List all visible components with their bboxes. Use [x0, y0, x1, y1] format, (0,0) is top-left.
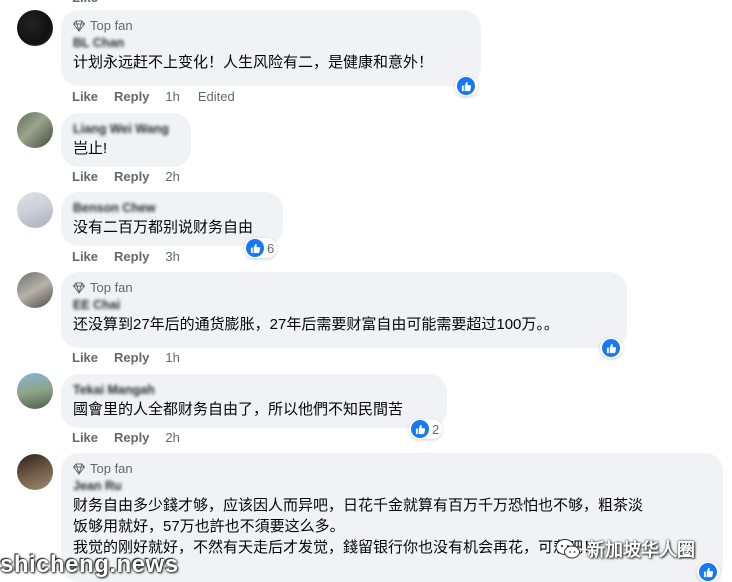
diamond-icon: [73, 282, 85, 294]
comment-bubble: Top fan EE Chai 还没算到27年后的通货膨胀，27年后需要财富自由…: [61, 272, 627, 348]
comment-text: 國會里的人全都财务自由了，所以他們不知民間苦: [73, 401, 404, 418]
comment-time[interactable]: 3h: [165, 248, 179, 266]
avatar[interactable]: [17, 454, 53, 490]
comment-actions: Like Reply 3h: [72, 248, 198, 266]
avatar[interactable]: [17, 112, 53, 148]
previous-comment-actions: Like: [72, 0, 98, 5]
like-link[interactable]: Like: [72, 0, 98, 5]
comment-text: 岂止!: [73, 140, 108, 157]
reply-button[interactable]: Reply: [114, 248, 149, 266]
comment-author[interactable]: BL Chan: [73, 35, 469, 52]
top-fan-label: Top fan: [90, 18, 133, 33]
reaction-count[interactable]: [697, 562, 720, 582]
comment-author[interactable]: Liang Wei Wang: [73, 121, 179, 138]
reaction-number: 6: [267, 240, 275, 256]
watermark-account-name: 新加坡华人圈: [587, 540, 695, 560]
avatar[interactable]: [17, 272, 53, 308]
avatar[interactable]: [17, 192, 53, 228]
comment-text: 没有二百万都别说财务自由: [73, 219, 254, 236]
thumbs-up-icon: [246, 239, 264, 257]
comment-author[interactable]: Jean Ru: [73, 478, 711, 495]
reaction-count[interactable]: 2: [409, 419, 443, 439]
diamond-icon: [73, 463, 85, 475]
comment-time[interactable]: 1h: [165, 349, 179, 367]
reply-button[interactable]: Reply: [114, 349, 149, 367]
like-button[interactable]: Like: [72, 429, 98, 447]
edited-label: Edited: [197, 89, 235, 104]
comment-author[interactable]: EE Chai: [73, 297, 615, 314]
thumbs-up-icon: [602, 339, 620, 357]
watermark-site: shicheng.news: [0, 551, 179, 578]
comment-actions: Like Reply 2h: [72, 168, 198, 186]
watermark-account: 新加坡华人圈: [555, 536, 695, 562]
top-fan-badge: Top fan: [73, 280, 615, 296]
comment-bubble: Top fan BL Chan 计划永远赶不上变化！人生风险有二，是健康和意外！: [61, 10, 481, 86]
comment-bubble: Liang Wei Wang 岂止!: [61, 113, 191, 167]
like-button[interactable]: Like: [72, 349, 98, 367]
avatar[interactable]: [17, 10, 53, 46]
top-fan-label: Top fan: [90, 280, 133, 295]
thumbs-up-icon: [457, 77, 475, 95]
thumbs-up-icon: [699, 563, 717, 581]
like-button[interactable]: Like: [72, 88, 98, 106]
comment-text: 还没算到27年后的通货膨胀，27年后需要财富自由可能需要超过100万。。: [73, 316, 559, 333]
comment-author[interactable]: Benson Chew: [73, 200, 271, 217]
comment-actions: Like Reply 2h: [72, 429, 198, 447]
thumbs-up-icon: [411, 420, 429, 438]
like-button[interactable]: Like: [72, 248, 98, 266]
comment-actions: Like Reply 1h Edited: [72, 88, 235, 106]
reaction-count[interactable]: [455, 76, 478, 96]
diamond-icon: [73, 20, 85, 32]
comment-actions: Like Reply 1h: [72, 349, 198, 367]
top-fan-badge: Top fan: [73, 461, 711, 477]
comment-time[interactable]: 1h: [165, 88, 179, 106]
comment-author[interactable]: Tekai Mangah: [73, 382, 435, 399]
comment-time[interactable]: 2h: [165, 168, 179, 186]
comment-text: 计划永远赶不上变化！人生风险有二，是健康和意外！: [73, 54, 434, 71]
top-fan-badge: Top fan: [73, 18, 469, 34]
wechat-icon: [555, 539, 580, 559]
comment-time[interactable]: 2h: [165, 429, 179, 447]
reaction-count[interactable]: 6: [244, 238, 278, 258]
reaction-number: 2: [432, 421, 440, 437]
reply-button[interactable]: Reply: [114, 429, 149, 447]
reaction-count[interactable]: [600, 338, 623, 358]
top-fan-label: Top fan: [90, 461, 133, 476]
comment-bubble: Tekai Mangah 國會里的人全都财务自由了，所以他們不知民間苦: [61, 374, 447, 428]
reply-button[interactable]: Reply: [114, 88, 149, 106]
reply-button[interactable]: Reply: [114, 168, 149, 186]
avatar[interactable]: [17, 373, 53, 409]
like-button[interactable]: Like: [72, 168, 98, 186]
